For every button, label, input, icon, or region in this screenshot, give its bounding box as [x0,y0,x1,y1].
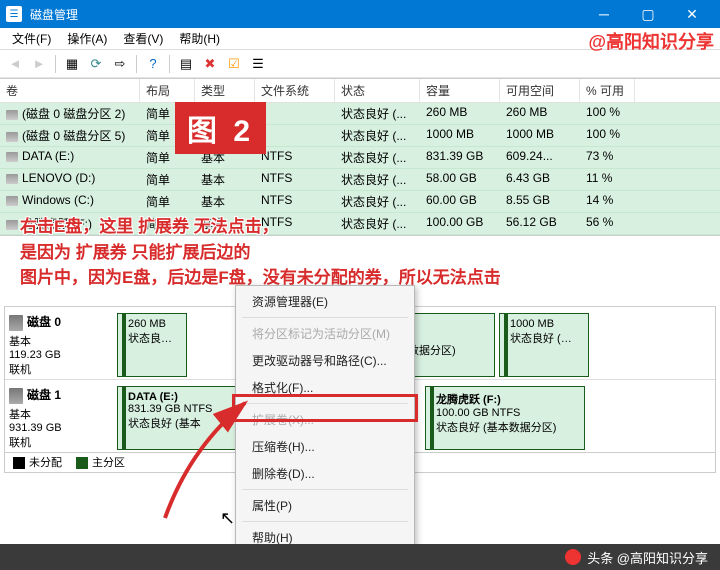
table-row[interactable]: LENOVO (D:)简单基本NTFS状态良好 (...58.00 GB6.43… [0,169,720,191]
unallocated-swatch [13,457,25,469]
col-type[interactable]: 类型 [195,79,255,102]
overlay-figure-label: 图 2 [175,102,266,154]
context-menu-item[interactable]: 帮助(H) [236,524,414,544]
context-menu: 资源管理器(E) 将分区标记为活动分区(M)更改驱动器号和路径(C)...格式化(… [235,285,415,544]
partition[interactable]: DATA (E:)831.39 GB NTFS状态良好 (基本 [117,386,237,450]
footer-icon [565,549,581,565]
col-capacity[interactable]: 容量 [420,79,500,102]
footer-text: 头条 @高阳知识分享 [587,548,708,567]
export-icon[interactable]: ⇨ [109,53,131,75]
col-percent[interactable]: % 可用 [580,79,635,102]
partition[interactable]: 260 MB状态良好 (EF [117,313,187,377]
overlay-annotation: 右击E盘，这里 扩展券 无法点击， 是因为 扩展券 只能扩展后边的 图片中，因为… [20,214,501,291]
window-title: 磁盘管理 [30,6,78,23]
delete-icon[interactable]: ✖ [199,53,221,75]
menu-file[interactable]: 文件(F) [4,28,59,49]
context-menu-item[interactable]: 格式化(F)... [236,374,414,401]
volume-grid: 卷 布局 类型 文件系统 状态 容量 可用空间 % 可用 (磁盘 0 磁盘分区 … [0,78,720,236]
table-row[interactable]: DATA (E:)简单基本NTFS状态良好 (...831.39 GB609.2… [0,147,720,169]
context-menu-item: 扩展卷(X)... [236,406,414,433]
minimize-button[interactable]: ─ [582,0,626,28]
help-icon[interactable]: ? [142,53,164,75]
app-icon: ☰ [6,6,22,22]
check-icon[interactable]: ☑ [223,53,245,75]
context-menu-item[interactable]: 属性(P) [236,492,414,519]
partition[interactable]: 1000 MB状态良好 (恢复分 [499,313,589,377]
title-bar: ☰ 磁盘管理 ─ ▢ ✕ [0,0,720,28]
context-menu-item[interactable]: 更改驱动器号和路径(C)... [236,347,414,374]
cursor-icon: ↖ [220,508,235,529]
disk-1-meta: 磁盘 1 基本 931.39 GB 联机 [9,386,109,450]
menu-view[interactable]: 查看(V) [115,28,171,49]
watermark: @高阳知识分享 [588,28,714,54]
properties-icon[interactable]: ▦ [61,53,83,75]
primary-swatch [76,457,88,469]
disk-icon [9,388,23,404]
view-icon[interactable]: ☰ [247,53,269,75]
menu-action[interactable]: 操作(A) [59,28,115,49]
disk-0-meta: 磁盘 0 基本 119.23 GB 联机 [9,313,109,377]
close-button[interactable]: ✕ [670,0,714,28]
partition[interactable]: 龙腾虎跃 (F:)100.00 GB NTFS状态良好 (基本数据分区) [425,386,585,450]
disk-icon [9,315,23,331]
col-status[interactable]: 状态 [335,79,420,102]
context-menu-item: 将分区标记为活动分区(M) [236,320,414,347]
context-menu-item[interactable]: 删除卷(D)... [236,460,414,487]
menu-bar: 文件(F) 操作(A) 查看(V) 帮助(H) @高阳知识分享 [0,28,720,50]
maximize-button[interactable]: ▢ [626,0,670,28]
main-area: 卷 布局 类型 文件系统 状态 容量 可用空间 % 可用 (磁盘 0 磁盘分区 … [0,78,720,544]
col-layout[interactable]: 布局 [140,79,195,102]
context-menu-item[interactable]: 压缩卷(H)... [236,433,414,460]
context-menu-item[interactable]: 资源管理器(E) [236,288,414,315]
settings-icon[interactable]: ▤ [175,53,197,75]
table-row[interactable]: (磁盘 0 磁盘分区 5)简单状态良好 (...1000 MB1000 MB10… [0,125,720,147]
refresh-icon[interactable]: ⟳ [85,53,107,75]
tool-bar: ◄ ► ▦ ⟳ ⇨ ? ▤ ✖ ☑ ☰ [0,50,720,78]
menu-help[interactable]: 帮助(H) [171,28,228,49]
forward-icon[interactable]: ► [28,53,50,75]
footer-bar: 头条 @高阳知识分享 [0,544,720,570]
col-free[interactable]: 可用空间 [500,79,580,102]
grid-header: 卷 布局 类型 文件系统 状态 容量 可用空间 % 可用 [0,79,720,103]
col-filesystem[interactable]: 文件系统 [255,79,335,102]
table-row[interactable]: (磁盘 0 磁盘分区 2)简单状态良好 (...260 MB260 MB100 … [0,103,720,125]
back-icon[interactable]: ◄ [4,53,26,75]
col-volume[interactable]: 卷 [0,79,140,102]
table-row[interactable]: Windows (C:)简单基本NTFS状态良好 (...60.00 GB8.5… [0,191,720,213]
